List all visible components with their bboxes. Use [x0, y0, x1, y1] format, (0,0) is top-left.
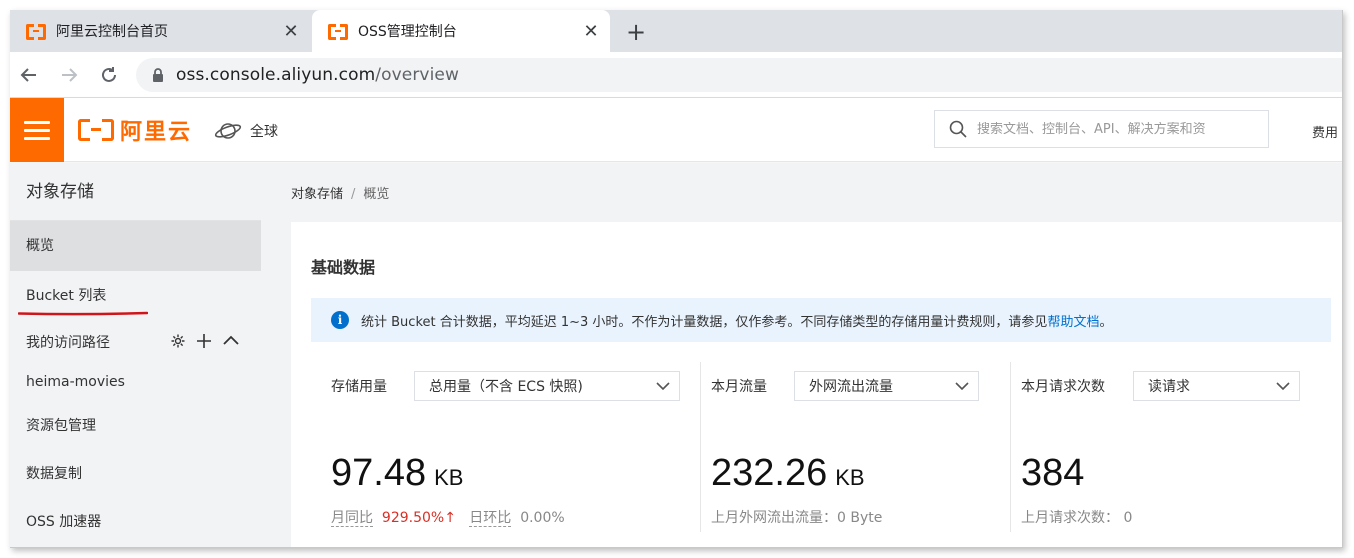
global-search[interactable] [934, 110, 1269, 148]
last-month-label: 上月外网流出流量： [711, 510, 837, 526]
main-content: 对象存储 / 概览 基础数据 i 统计 Bucket 合计数据，平均延迟 1~3 小… [261, 163, 1342, 547]
console-header: 阿里云 全球 费用 [10, 98, 1342, 162]
sidebar-item-overview[interactable]: 概览 [10, 221, 261, 271]
forward-arrow-icon[interactable] [56, 62, 82, 88]
sidebar-title: 对象存储 [10, 163, 261, 221]
tab-strip: 阿里云控制台首页 ✕ OSS管理控制台 ✕ + [10, 10, 1342, 52]
chevron-down-icon [1276, 382, 1290, 391]
fee-menu[interactable]: 费用 [1312, 122, 1338, 141]
chevron-up-icon[interactable] [222, 333, 240, 349]
last-month-label: 上月请求次数： [1021, 510, 1119, 526]
new-tab-button[interactable]: + [622, 18, 650, 46]
aliyun-logo[interactable]: 阿里云 [78, 117, 193, 145]
browser-tab-oss-console[interactable]: OSS管理控制台 ✕ [312, 10, 610, 52]
last-month-value: 0 Byte [837, 510, 883, 526]
browser-toolbar: oss.console.aliyun.com/overview [10, 52, 1342, 98]
select-value: 外网流出流量 [809, 379, 893, 395]
info-icon: i [331, 311, 349, 329]
sidebar-group-access-paths[interactable]: 我的访问路径 [10, 322, 261, 362]
metric-value: 97.48 KB [331, 452, 463, 495]
sidebar-item-resource-packages[interactable]: 资源包管理 [10, 402, 261, 450]
metric-label: 存储用量 [331, 379, 387, 395]
storage-usage-metric: 存储用量 总用量（不含 ECS 快照) 97.48 KB 月同比 929.50%↑… [311, 362, 701, 532]
last-month-line: 上月外网流出流量：0 Byte [711, 507, 882, 527]
region-label: 全球 [250, 124, 278, 140]
metric-label: 本月流量 [711, 379, 767, 395]
browser-tab-console-home[interactable]: 阿里云控制台首页 ✕ [10, 10, 310, 52]
browser-window: 阿里云控制台首页 ✕ OSS管理控制台 ✕ + oss.console.aliy… [10, 10, 1343, 548]
lock-icon [153, 68, 163, 82]
search-input[interactable] [977, 121, 1257, 137]
breadcrumb-root[interactable]: 对象存储 [291, 187, 343, 202]
tab-title: OSS管理控制台 [358, 24, 457, 40]
address-bar[interactable]: oss.console.aliyun.com/overview [136, 58, 1342, 92]
select-value: 读请求 [1148, 379, 1190, 395]
close-tab-icon[interactable]: ✕ [278, 18, 304, 44]
search-icon [949, 120, 967, 138]
metric-value: 384 [1021, 452, 1084, 495]
aliyun-favicon-icon [328, 24, 348, 40]
last-month-value: 0 [1123, 510, 1133, 526]
red-underline-annotation [18, 311, 148, 316]
sidebar-item-heima-movies[interactable]: heima-movies [10, 362, 261, 402]
breadcrumb-current: 概览 [363, 187, 390, 202]
value-number: 384 [1021, 452, 1085, 494]
gear-icon[interactable] [170, 333, 186, 349]
url-text: oss.console.aliyun.com/overview [176, 65, 459, 85]
select-value: 总用量（不含 ECS 快照) [429, 379, 583, 395]
sidebar: 对象存储 概览 Bucket 列表 我的访问路径 heima-movies 资源… [10, 163, 261, 547]
chevron-down-icon [955, 382, 969, 391]
menu-hamburger-icon[interactable] [10, 98, 64, 162]
mom-label: 日环比 [469, 510, 512, 527]
value-unit: KB [434, 465, 464, 490]
notice-end: 。 [1099, 314, 1113, 330]
sidebar-item-oss-accelerator[interactable]: OSS 加速器 [10, 498, 261, 546]
url-path: /overview [375, 65, 459, 85]
mom-value: 0.00% [520, 510, 565, 526]
info-notice: i 统计 Bucket 合计数据，平均延迟 1~3 小时。不作为计量数据，仅作参… [311, 298, 1331, 342]
breadcrumb: 对象存储 / 概览 [291, 183, 389, 202]
plus-icon[interactable] [196, 333, 212, 349]
back-arrow-icon[interactable] [16, 62, 42, 88]
group-label: 我的访问路径 [26, 335, 110, 351]
metric-label: 本月请求次数 [1021, 379, 1105, 395]
breadcrumb-separator: / [351, 187, 356, 202]
reload-icon[interactable] [96, 62, 122, 88]
monthly-traffic-metric: 本月流量 外网流出流量 232.26 KB 上月外网流出流量：0 Byte [701, 362, 1011, 532]
basic-data-card: 基础数据 i 统计 Bucket 合计数据，平均延迟 1~3 小时。不作为计量数… [291, 222, 1342, 547]
value-unit: KB [835, 465, 865, 490]
metric-value: 232.26 KB [711, 452, 865, 495]
comparison-line: 月同比 929.50%↑ 日环比 0.00% [331, 507, 565, 527]
close-tab-icon[interactable]: ✕ [578, 18, 604, 44]
help-doc-link[interactable]: 帮助文档 [1047, 315, 1099, 330]
notice-text: 统计 Bucket 合计数据，平均延迟 1~3 小时。不作为计量数据，仅作参考。… [361, 311, 1112, 330]
yoy-label: 月同比 [331, 510, 373, 527]
brand-name: 阿里云 [120, 120, 193, 145]
yoy-value: 929.50% [381, 510, 445, 526]
up-arrow-icon: ↑ [444, 510, 456, 526]
storage-type-select[interactable]: 总用量（不含 ECS 快照) [414, 371, 680, 401]
traffic-type-select[interactable]: 外网流出流量 [794, 371, 979, 401]
card-title: 基础数据 [311, 258, 376, 277]
globe-planet-icon [214, 123, 242, 139]
region-selector[interactable]: 全球 [214, 120, 278, 142]
monthly-requests-metric: 本月请求次数 读请求 384 上月请求次数： 0 [1011, 362, 1331, 532]
url-host: oss.console.aliyun.com [176, 65, 376, 85]
notice-body: 统计 Bucket 合计数据，平均延迟 1~3 小时。不作为计量数据，仅作参考。… [361, 314, 1048, 330]
tab-title: 阿里云控制台首页 [56, 24, 168, 40]
value-number: 232.26 [711, 452, 828, 494]
aliyun-logo-mark-icon [78, 119, 114, 141]
sidebar-item-data-replication[interactable]: 数据复制 [10, 450, 261, 498]
request-type-select[interactable]: 读请求 [1133, 371, 1300, 401]
value-number: 97.48 [331, 452, 427, 494]
chevron-down-icon [656, 382, 670, 391]
aliyun-favicon-icon [26, 24, 46, 40]
last-month-line: 上月请求次数： 0 [1021, 507, 1132, 527]
